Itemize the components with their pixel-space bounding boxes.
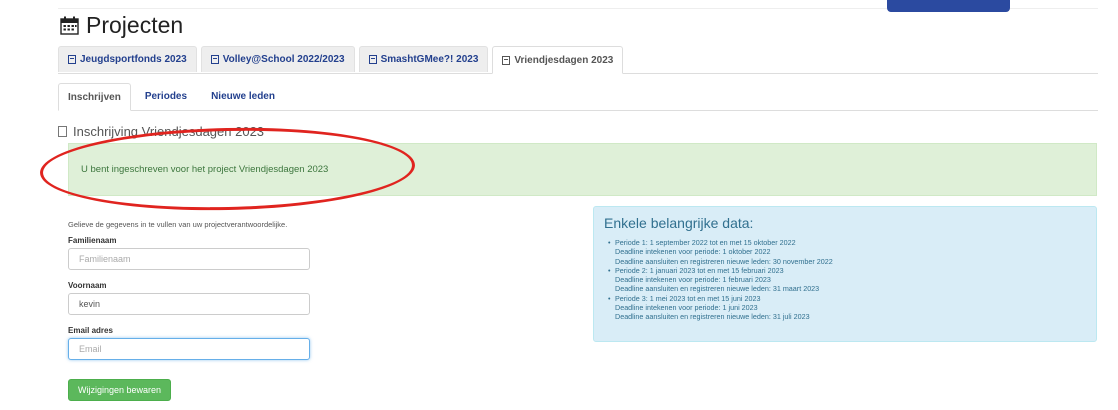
period-main: Periode 2: 1 januari 2023 tot en met 15 … bbox=[615, 265, 784, 275]
top-bar-button[interactable] bbox=[887, 0, 1010, 12]
document-icon bbox=[502, 55, 511, 65]
calendar-icon bbox=[60, 16, 79, 35]
document-icon bbox=[368, 55, 377, 64]
document-icon bbox=[58, 126, 67, 137]
page-title-text: Projecten bbox=[86, 12, 184, 38]
period-deadline-register: Deadline intekenen voor periode: 1 febru… bbox=[615, 275, 771, 285]
email-input[interactable] bbox=[68, 338, 310, 360]
tab-vriendjesdagen[interactable]: Vriendjesdagen 2023 bbox=[492, 46, 624, 74]
period-deadline-register: Deadline intekenen voor periode: 1 oktob… bbox=[615, 247, 771, 257]
period-item: Periode 1: 1 september 2022 tot en met 1… bbox=[608, 238, 1086, 266]
important-dates-box: Enkele belangrijke data: Periode 1: 1 se… bbox=[593, 206, 1097, 342]
period-main: Periode 3: 1 mei 2023 tot en met 15 juni… bbox=[615, 293, 761, 303]
page-title: Projecten bbox=[60, 12, 183, 39]
period-deadline-new-members: Deadline aansluiten en registreren nieuw… bbox=[615, 256, 833, 266]
project-tabs: Jeugdsportfonds 2023 Volley@School 2022/… bbox=[58, 46, 1098, 74]
sub-tabs: Inschrijven Periodes Nieuwe leden bbox=[58, 83, 1098, 111]
info-title: Enkele belangrijke data: bbox=[604, 215, 754, 231]
period-deadline-new-members: Deadline aansluiten en registreren nieuw… bbox=[615, 312, 810, 322]
period-item: Periode 2: 1 januari 2023 tot en met 15 … bbox=[608, 265, 1086, 294]
familienaam-label: Familienaam bbox=[68, 236, 117, 245]
document-icon bbox=[210, 55, 219, 64]
tab-nieuwe-leden[interactable]: Nieuwe leden bbox=[201, 83, 285, 109]
period-deadline-new-members: Deadline aansluiten en registreren nieuw… bbox=[615, 284, 820, 294]
tab-label: Jeugdsportfonds 2023 bbox=[80, 54, 187, 65]
tab-label: Volley@School 2022/2023 bbox=[222, 54, 345, 65]
email-label: Email adres bbox=[68, 326, 113, 335]
voornaam-label: Voornaam bbox=[68, 281, 107, 290]
familienaam-input[interactable] bbox=[68, 248, 310, 270]
tab-label: Vriendjesdagen 2023 bbox=[514, 54, 614, 66]
period-main: Periode 1: 1 september 2022 tot en met 1… bbox=[615, 238, 796, 247]
voornaam-input[interactable] bbox=[68, 293, 310, 315]
tab-label: SmashtGMee?! 2023 bbox=[380, 54, 479, 65]
period-deadline-register: Deadline intekenen voor periode: 1 juni … bbox=[615, 303, 758, 313]
period-list: Periode 1: 1 september 2022 tot en met 1… bbox=[604, 238, 1086, 322]
form-intro: Gelieve de gegevens in te vullen van uw … bbox=[68, 220, 288, 229]
document-icon bbox=[68, 55, 76, 64]
save-button[interactable]: Wijzigingen bewaren bbox=[68, 379, 172, 401]
tab-smashtgmee[interactable]: SmashtGMee?! 2023 bbox=[358, 46, 489, 72]
tab-jeugdsportfonds[interactable]: Jeugdsportfonds 2023 bbox=[58, 46, 197, 72]
tab-volley-school[interactable]: Volley@School 2022/2023 bbox=[200, 46, 355, 72]
period-item: Periode 3: 1 mei 2023 tot en met 15 juni… bbox=[608, 293, 1086, 322]
tab-inschrijven[interactable]: Inschrijven bbox=[58, 83, 131, 111]
tab-periodes[interactable]: Periodes bbox=[135, 83, 197, 109]
